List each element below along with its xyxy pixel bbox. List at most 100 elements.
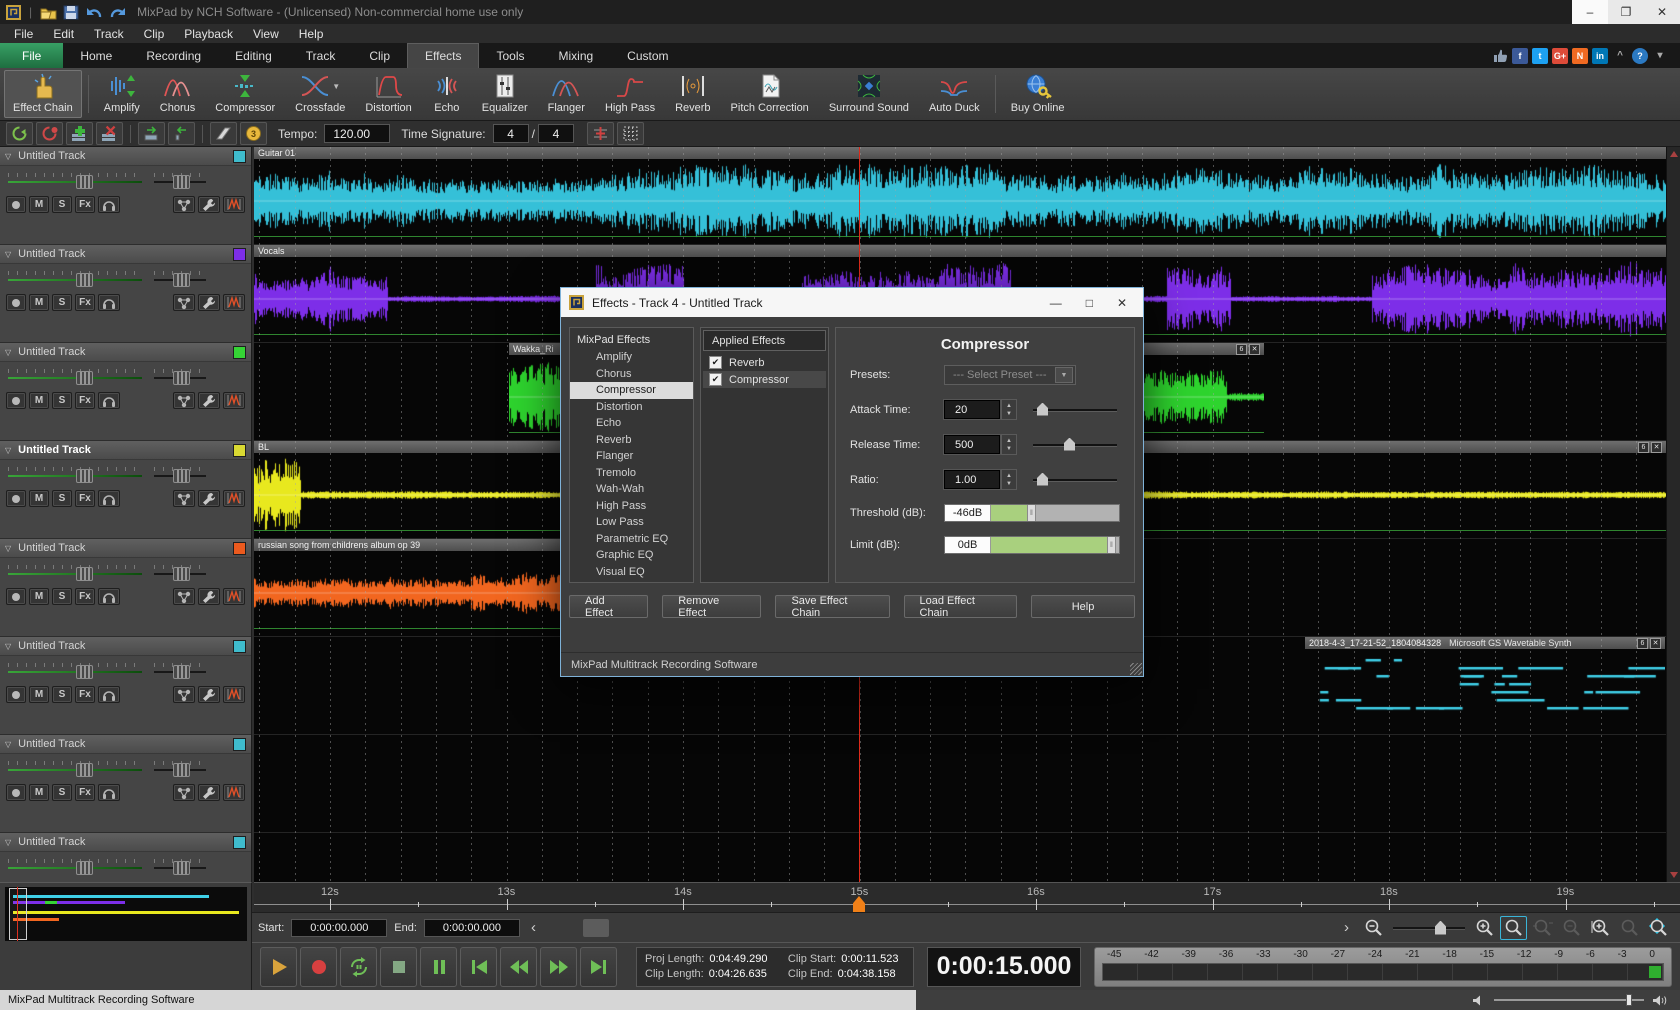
track-header-5[interactable]: ▽Untitled Track: [0, 539, 251, 558]
googleplus-icon[interactable]: G+: [1552, 48, 1568, 64]
collapse-track-icon[interactable]: ▽: [5, 250, 11, 259]
tab-editing[interactable]: Editing: [218, 43, 289, 68]
add-effect-button[interactable]: Add Effect: [569, 595, 648, 618]
limit-slider[interactable]: 0dB ‖: [944, 536, 1120, 554]
zoom-fit-project-button[interactable]: [1645, 916, 1672, 940]
release-time-field[interactable]: 500: [944, 435, 1000, 454]
move-clip-right-button[interactable]: [138, 122, 165, 145]
volume-handle[interactable]: [76, 567, 93, 581]
collapse-track-icon[interactable]: ▽: [5, 838, 11, 847]
track-header-6[interactable]: ▽Untitled Track: [0, 637, 251, 656]
library-effect-flanger[interactable]: Flanger: [570, 448, 693, 465]
beat-coin-button[interactable]: 3: [240, 122, 267, 145]
ribbon-button-flanger[interactable]: Flanger: [539, 70, 594, 118]
track-header-8[interactable]: ▽Untitled Track: [0, 833, 251, 852]
record-button[interactable]: [300, 947, 337, 987]
dropdown-arrow-icon[interactable]: ▼: [332, 82, 340, 91]
track-volume-slider[interactable]: [8, 172, 142, 188]
menu-clip[interactable]: Clip: [134, 25, 175, 43]
help-button[interactable]: Help: [1031, 595, 1135, 618]
tab-home[interactable]: Home: [63, 43, 129, 68]
track-color-chip[interactable]: [233, 444, 246, 457]
track-effects-button[interactable]: [223, 686, 245, 703]
presets-dropdown[interactable]: --- Select Preset --- ▼: [944, 365, 1076, 385]
library-effect-chorus[interactable]: Chorus: [570, 366, 693, 383]
library-effect-distortion[interactable]: Distortion: [570, 399, 693, 416]
presets-dropdown-arrow-icon[interactable]: ▼: [1055, 367, 1073, 383]
volume-handle[interactable]: [76, 371, 93, 385]
volume-handle[interactable]: [76, 665, 93, 679]
track-pan-slider[interactable]: [154, 466, 206, 482]
tab-track[interactable]: Track: [289, 43, 353, 68]
track-lane-1[interactable]: Guitar 01: [254, 147, 1666, 245]
horizontal-scrollbar-thumb[interactable]: [583, 919, 609, 937]
mute-button[interactable]: M: [29, 294, 49, 311]
fx-button[interactable]: Fx: [75, 490, 95, 507]
fx-button[interactable]: Fx: [75, 784, 95, 801]
ratio-slider[interactable]: [1033, 473, 1117, 487]
clip-2018-4-3-17-21-52-1804084328[interactable]: 2018-4-3_17-21-52_1804084328Microsoft GS…: [1305, 637, 1665, 734]
arm-record-button[interactable]: [6, 392, 26, 409]
checkbox-reverb[interactable]: ✔: [709, 356, 722, 369]
track-pan-slider[interactable]: [154, 564, 206, 580]
clip-badge-close-icon[interactable]: ✕: [1249, 344, 1260, 355]
collapse-track-icon[interactable]: ▽: [5, 446, 11, 455]
spin-down-icon[interactable]: ▼: [1006, 481, 1012, 487]
nch-icon[interactable]: N: [1572, 48, 1588, 64]
redo-icon[interactable]: [109, 5, 127, 20]
twitter-icon[interactable]: t: [1532, 48, 1548, 64]
applied-effect-reverb[interactable]: ✔Reverb: [703, 354, 826, 371]
save-icon[interactable]: [63, 5, 79, 20]
scroll-left-icon[interactable]: ‹: [527, 919, 540, 936]
pan-handle[interactable]: [173, 763, 190, 777]
ribbon-button-chorus[interactable]: Chorus: [151, 70, 204, 118]
add-track-button[interactable]: [66, 122, 93, 145]
ribbon-button-pitch-correction[interactable]: Pitch Correction: [722, 70, 818, 118]
track-color-chip[interactable]: [233, 150, 246, 163]
arm-record-button[interactable]: [6, 294, 26, 311]
move-clip-left-button[interactable]: [168, 122, 195, 145]
facebook-icon[interactable]: f: [1512, 48, 1528, 64]
linkedin-icon[interactable]: in: [1592, 48, 1608, 64]
track-settings-button[interactable]: [198, 588, 220, 605]
track-color-chip[interactable]: [233, 346, 246, 359]
menu-track[interactable]: Track: [84, 25, 134, 43]
slider-thumb[interactable]: [1064, 438, 1075, 451]
ribbon-button-reverb[interactable]: Reverb: [666, 70, 719, 118]
track-lane-7[interactable]: [254, 735, 1666, 833]
track-color-chip[interactable]: [233, 738, 246, 751]
track-volume-slider[interactable]: [8, 760, 142, 776]
clip-waveform[interactable]: [254, 159, 1666, 243]
horizontal-scrollbar[interactable]: [547, 917, 1333, 939]
time-signature-numerator[interactable]: 4: [493, 124, 529, 143]
clip-waveform[interactable]: [1305, 649, 1665, 733]
track-volume-slider[interactable]: [8, 368, 142, 384]
mute-button[interactable]: M: [29, 686, 49, 703]
clip-title-bar[interactable]: Vocals: [254, 245, 1666, 257]
solo-button[interactable]: S: [52, 392, 72, 409]
close-button[interactable]: ✕: [1644, 0, 1680, 24]
pause-button[interactable]: [420, 947, 457, 987]
monitor-button[interactable]: [98, 490, 120, 507]
pan-handle[interactable]: [173, 273, 190, 287]
routing-button[interactable]: [173, 686, 195, 703]
library-effect-tremolo[interactable]: Tremolo: [570, 465, 693, 482]
like-icon[interactable]: [1493, 48, 1508, 63]
attack-time-field[interactable]: 20: [944, 400, 1000, 419]
attack-time-slider[interactable]: [1033, 403, 1117, 417]
fx-button[interactable]: Fx: [75, 686, 95, 703]
open-folder-icon[interactable]: [40, 5, 57, 20]
clip-badge-close-icon[interactable]: ✕: [1651, 442, 1662, 453]
minimize-button[interactable]: –: [1572, 0, 1608, 24]
track-header-7[interactable]: ▽Untitled Track: [0, 735, 251, 754]
track-volume-slider[interactable]: [8, 858, 142, 874]
mute-button[interactable]: M: [29, 490, 49, 507]
ribbon-button-auto-duck[interactable]: Auto Duck: [920, 70, 989, 118]
vertical-scrollbar[interactable]: [1666, 147, 1680, 882]
loop-button[interactable]: [340, 947, 377, 987]
routing-button[interactable]: [173, 294, 195, 311]
solo-button[interactable]: S: [52, 196, 72, 213]
library-effect-parametric-eq[interactable]: Parametric EQ: [570, 531, 693, 548]
library-effect-high-pass[interactable]: High Pass: [570, 498, 693, 515]
solo-button[interactable]: S: [52, 784, 72, 801]
